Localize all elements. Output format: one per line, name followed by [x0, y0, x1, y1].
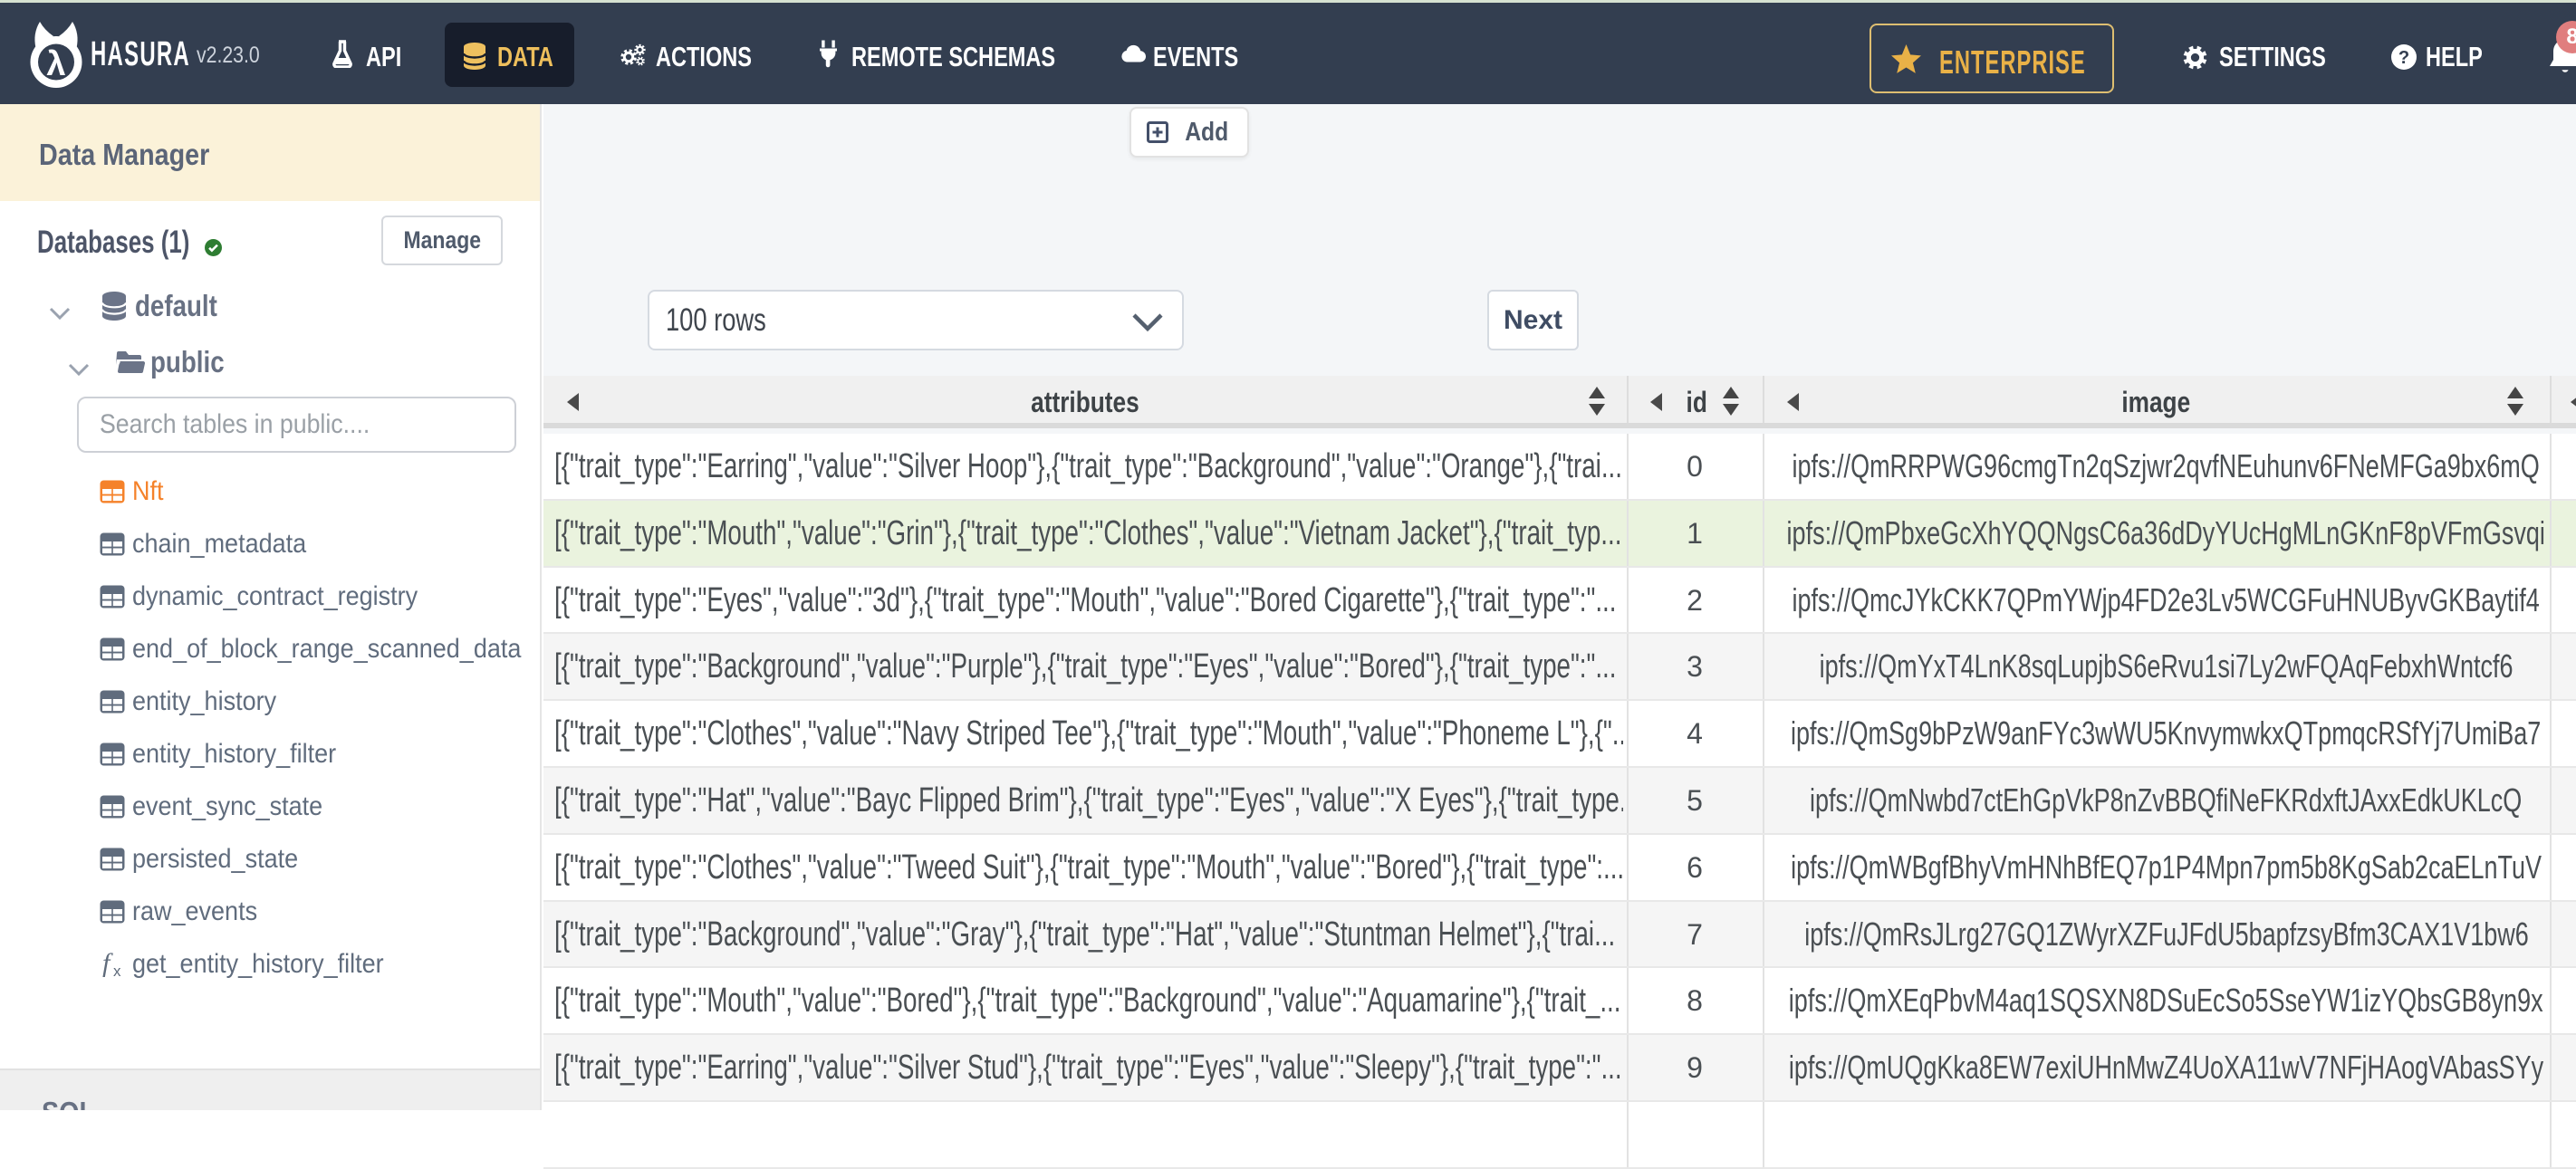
- svg-text:?: ?: [2398, 48, 2409, 68]
- svg-text:λ: λ: [46, 45, 65, 83]
- svg-text:x: x: [113, 963, 121, 977]
- svg-text:f: f: [102, 952, 113, 977]
